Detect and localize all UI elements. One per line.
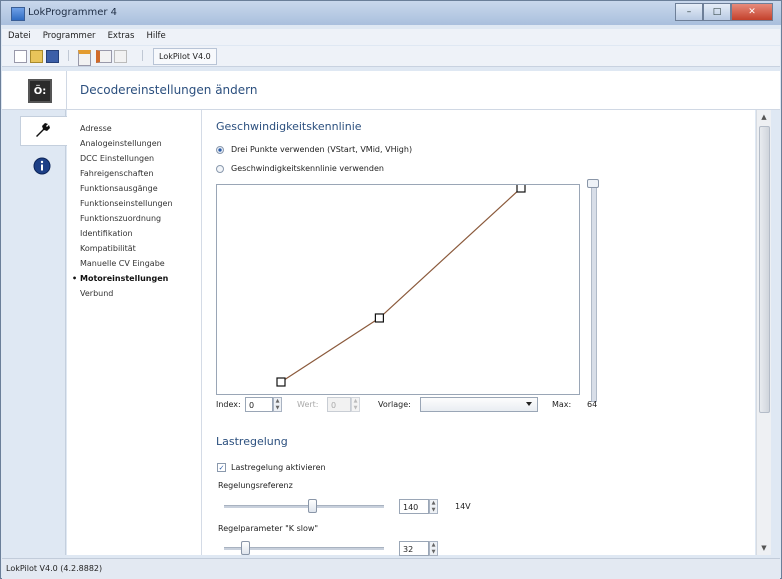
chevron-down-icon — [526, 402, 532, 406]
settings-nav: Adresse Analogeinstellungen DCC Einstell… — [67, 110, 202, 555]
vorlage-dropdown[interactable] — [420, 397, 538, 412]
menu-datei[interactable]: Datei — [2, 29, 37, 43]
kslow-input[interactable]: 32 — [399, 541, 429, 556]
app-window: LokProgrammer 4 – □ ✕ Datei Programmer Ext… — [0, 0, 782, 579]
menu-extras[interactable]: Extras — [102, 29, 141, 43]
app-icon — [11, 7, 25, 21]
maximize-button[interactable]: □ — [703, 3, 731, 21]
nav-item-funktionszuordnung[interactable]: Funktionszuordnung — [80, 214, 161, 223]
nav-item-manuelle-cv-eingabe[interactable]: Manuelle CV Eingabe — [80, 259, 165, 268]
compare-icon[interactable] — [114, 50, 127, 63]
nav-item-adresse[interactable]: Adresse — [80, 124, 112, 133]
nav-item-analogeinstellungen[interactable]: Analogeinstellungen — [80, 139, 162, 148]
read-decoder-icon[interactable] — [78, 50, 91, 66]
speed-curve-title: Geschwindigkeitskennlinie — [216, 120, 362, 133]
radio-speed-curve-label: Geschwindigkeitskennlinie verwenden — [231, 164, 384, 173]
kslow-stepper[interactable]: ▲ ▼ — [429, 541, 438, 556]
radio-three-points-dot[interactable] — [216, 145, 224, 154]
nav-item-motoreinstellungen[interactable]: Motoreinstellungen — [72, 274, 168, 283]
nav-item-funktionseinstellungen[interactable]: Funktionseinstellungen — [80, 199, 173, 208]
title-bar[interactable]: LokProgrammer 4 – □ ✕ — [1, 1, 781, 25]
wert-input[interactable]: 0 — [327, 397, 351, 412]
curve-point-0[interactable] — [276, 377, 286, 387]
status-bar: LokPilot V4.0 (4.2.8882) — [2, 558, 780, 579]
status-text: LokPilot V4.0 (4.2.8882) — [6, 564, 103, 573]
vertical-scrollbar[interactable]: ▲ ▼ — [756, 110, 771, 555]
nav-item-identifikation[interactable]: Identifikation — [80, 229, 133, 238]
menu-bar: Datei Programmer Extras Hilfe — [2, 29, 780, 45]
nav-item-fahreigenschaften[interactable]: Fahreigenschaften — [80, 169, 154, 178]
kslow-slider-thumb[interactable] — [240, 541, 250, 555]
decoder-icon: Ö: — [28, 79, 52, 103]
toolbar-separator — [68, 50, 69, 61]
new-file-icon[interactable] — [14, 50, 27, 63]
radio-speed-curve[interactable]: Geschwindigkeitskennlinie verwenden — [216, 164, 384, 173]
window-title: LokProgrammer 4 — [28, 7, 118, 18]
wert-label: Wert: — [297, 400, 319, 409]
index-input[interactable]: 0 — [245, 397, 273, 412]
open-folder-icon[interactable] — [30, 50, 43, 63]
category-bar — [2, 110, 67, 555]
nav-item-verbund[interactable]: Verbund — [80, 289, 113, 298]
toolbar: LokPilot V4.0 — [2, 46, 780, 67]
vorlage-label: Vorlage: — [378, 400, 411, 409]
wrench-icon[interactable] — [33, 121, 51, 139]
ref-label: Regelungsreferenz — [218, 481, 293, 490]
decoder-tab[interactable]: LokPilot V4.0 — [153, 48, 217, 65]
scroll-up-icon[interactable]: ▲ — [757, 110, 771, 124]
index-label: Index: — [216, 400, 241, 409]
load-control-checkbox-label: Lastregelung aktivieren — [231, 463, 326, 472]
settings-panel: Geschwindigkeitskennlinie Drei Punkte ve… — [202, 110, 755, 556]
speed-curve-line — [280, 187, 522, 383]
minimize-button[interactable]: – — [675, 3, 703, 21]
page-title: Decodereinstellungen ändern — [80, 83, 258, 97]
nav-item-kompatibilitaet[interactable]: Kompatibilität — [80, 244, 136, 253]
max-slider-track[interactable] — [591, 182, 597, 402]
max-label: Max: — [552, 400, 572, 409]
write-decoder-icon[interactable] — [96, 50, 112, 63]
close-button[interactable]: ✕ — [731, 3, 773, 21]
radio-three-points[interactable]: Drei Punkte verwenden (VStart, VMid, VHi… — [216, 145, 412, 154]
save-icon[interactable] — [46, 50, 59, 63]
ref-input[interactable]: 140 — [399, 499, 429, 514]
scroll-down-icon[interactable]: ▼ — [757, 541, 771, 555]
max-value: 64 — [587, 400, 598, 409]
ref-stepper[interactable]: ▲ ▼ — [429, 499, 438, 514]
menu-hilfe[interactable]: Hilfe — [140, 29, 171, 43]
scroll-thumb[interactable] — [759, 126, 770, 413]
speed-curve-graph[interactable] — [216, 183, 580, 395]
ref-unit: 14V — [455, 502, 471, 511]
curve-point-2[interactable] — [516, 183, 526, 193]
curve-point-1[interactable] — [374, 313, 384, 323]
load-control-checkbox[interactable]: ✓ — [217, 463, 226, 472]
info-icon[interactable] — [33, 157, 51, 175]
nav-item-dcc-einstellungen[interactable]: DCC Einstellungen — [80, 154, 154, 163]
wert-stepper[interactable]: ▲ ▼ — [351, 397, 360, 412]
max-slider-thumb[interactable] — [587, 179, 599, 188]
speed-curve-svg — [276, 183, 526, 387]
radio-speed-curve-dot[interactable] — [216, 164, 224, 173]
header-divider — [66, 71, 67, 109]
page-header: Ö: Decodereinstellungen ändern — [2, 71, 780, 110]
ref-slider-thumb[interactable] — [308, 499, 317, 513]
ref-slider-track[interactable] — [224, 505, 384, 508]
toolbar-separator — [142, 50, 143, 61]
index-stepper[interactable]: ▲ ▼ — [273, 397, 282, 412]
radio-three-points-label: Drei Punkte verwenden (VStart, VMid, VHi… — [231, 145, 413, 154]
menu-programmer[interactable]: Programmer — [37, 29, 102, 43]
nav-item-funktionsausgaenge[interactable]: Funktionsausgänge — [80, 184, 158, 193]
kslow-label: Regelparameter "K slow" — [218, 524, 319, 533]
load-control-title: Lastregelung — [216, 435, 288, 448]
